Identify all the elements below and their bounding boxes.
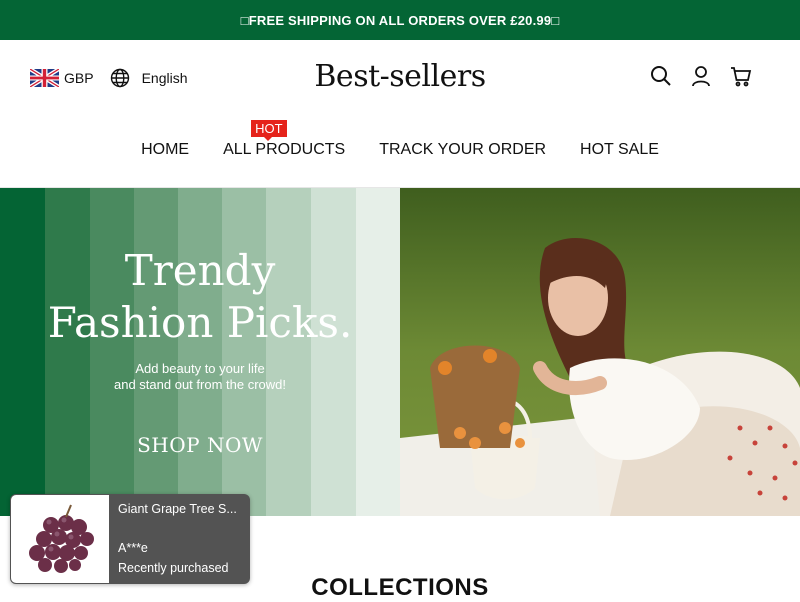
nav-hot-sale[interactable]: HOT SALE [580, 141, 659, 159]
popup-product-name[interactable]: Giant Grape Tree S... [118, 502, 237, 516]
hero-text: Trendy Fashion Picks. Add beauty to your… [0, 188, 400, 516]
hero-subtitle-line1: Add beauty to your life [135, 361, 265, 376]
hero-subtitle-line2: and stand out from the crowd! [114, 377, 286, 392]
main-nav: HOME HOT ALL PRODUCTS TRACK YOUR ORDER H… [0, 120, 800, 159]
hero-subtitle: Add beauty to your life and stand out fr… [0, 361, 400, 393]
purchase-notification[interactable]: Giant Grape Tree S... A***e Recently pur… [10, 494, 250, 584]
header-actions [650, 65, 752, 87]
search-icon[interactable] [650, 65, 672, 87]
nav-track-order[interactable]: TRACK YOUR ORDER [379, 141, 546, 159]
nav-all-products-label[interactable]: ALL PRODUCTS [223, 141, 345, 158]
announcement-bar: □FREE SHIPPING ON ALL ORDERS OVER £20.99… [0, 0, 800, 40]
product-thumbnail[interactable] [11, 495, 109, 583]
cart-icon[interactable] [730, 65, 752, 87]
shop-now-button[interactable]: SHOP NOW [0, 433, 400, 457]
nav-all-products[interactable]: HOT ALL PRODUCTS [223, 120, 345, 159]
hero-title-line2: Fashion Picks. [47, 298, 353, 347]
site-header: GBP English Best-sellers HOME HOT ALL PR… [0, 40, 800, 188]
account-icon[interactable] [690, 65, 712, 87]
grape-image [29, 504, 94, 573]
hero-title-line1: Trendy [124, 246, 276, 295]
hero-banner[interactable]: Trendy Fashion Picks. Add beauty to your… [0, 188, 800, 516]
announcement-text: □FREE SHIPPING ON ALL ORDERS OVER £20.99… [240, 12, 560, 28]
popup-buyer: A***e [118, 541, 148, 555]
hot-badge: HOT [251, 120, 287, 141]
picnic-photo [400, 188, 800, 516]
nav-home[interactable]: HOME [141, 141, 189, 159]
hero-photo [400, 188, 800, 516]
popup-status: Recently purchased [118, 561, 229, 575]
